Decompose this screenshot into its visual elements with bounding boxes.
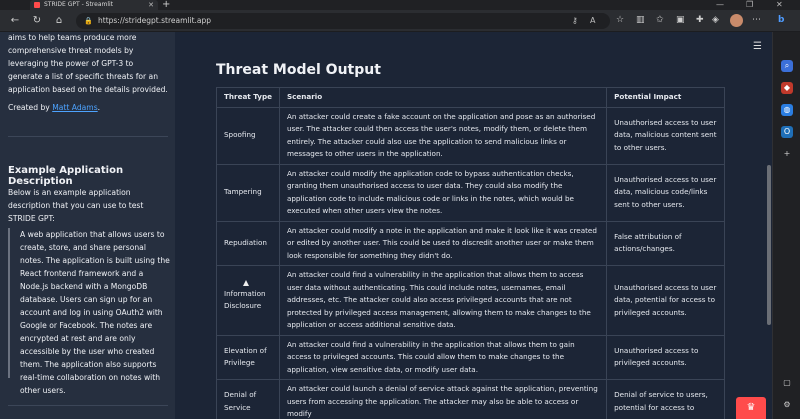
threat-type-cell: Spoofing <box>216 106 280 165</box>
intro-text: aims to help teams produce more comprehe… <box>8 33 168 94</box>
scenario-cell: An attacker could modify a note in the a… <box>278 220 608 266</box>
table-row: Elevation of Privilege An attacker could… <box>216 334 725 380</box>
maximize-button[interactable]: ❐ <box>746 0 753 10</box>
read-aloud-icon[interactable]: A <box>590 16 595 25</box>
browser-tab[interactable]: STRIDE GPT - Streamlit ✕ <box>30 0 158 10</box>
lock-icon: 🔒 <box>84 17 93 25</box>
home-icon[interactable]: ⌂ <box>52 14 66 28</box>
more-menu-icon[interactable]: ⋯ <box>752 15 761 25</box>
favorite-star-icon[interactable]: ☆ <box>616 15 624 25</box>
add-icon[interactable]: + <box>781 148 793 160</box>
impact-cell: Unauthorised access to user data, malici… <box>606 106 725 165</box>
back-arrow-icon[interactable]: ← <box>8 14 22 28</box>
close-tab-icon[interactable]: ✕ <box>148 0 154 10</box>
sidebar-divider-bottom <box>8 405 168 406</box>
browser-toolbar: ← ↻ ⌂ 🔒 https://stridegpt.streamlit.app … <box>0 10 800 32</box>
streamlit-crown-icon[interactable]: ♛ <box>736 397 766 419</box>
threat-model-table: Threat Type Scenario Potential Impact Sp… <box>216 87 725 419</box>
header-scenario: Scenario <box>278 87 608 108</box>
table-row: Denial of Service An attacker could laun… <box>216 379 725 419</box>
header-threat-type: Threat Type <box>216 87 280 108</box>
bing-icon[interactable]: b <box>778 15 784 25</box>
extensions-icon[interactable]: ✚ <box>696 15 704 25</box>
new-tab-button[interactable]: + <box>162 0 170 10</box>
close-window-button[interactable]: ✕ <box>776 0 783 10</box>
threat-type-cell: Repudiation <box>216 220 280 266</box>
mouse-cursor-icon <box>243 280 249 286</box>
table-row: Tampering An attacker could modify the a… <box>216 163 725 222</box>
favorites-icon[interactable]: ✩ <box>656 15 664 25</box>
table-row: Repudiation An attacker could modify a n… <box>216 220 725 266</box>
scenario-cell: An attacker could launch a denial of ser… <box>278 379 608 419</box>
shield-icon[interactable]: ◈ <box>712 15 719 25</box>
threat-type-cell: Denial of Service <box>216 379 280 419</box>
app-sidebar: aims to help teams produce more comprehe… <box>0 32 175 419</box>
example-intro-text: Below is an example application descript… <box>8 188 144 223</box>
threat-type-cell: Information Disclosure <box>216 265 280 336</box>
scenario-cell: An attacker could find a vulnerability i… <box>278 334 608 380</box>
table-row: Information Disclosure An attacker could… <box>216 265 725 336</box>
header-potential-impact: Potential Impact <box>606 87 725 108</box>
page-title: Threat Model Output <box>216 62 381 78</box>
shopping-icon[interactable]: ◆ <box>781 82 793 94</box>
created-by-prefix: Created by <box>8 103 53 112</box>
profile-avatar[interactable] <box>730 14 743 27</box>
address-bar[interactable]: 🔒 https://stridegpt.streamlit.app <box>76 13 610 29</box>
settings-gear-icon[interactable]: ⚙ <box>781 399 793 411</box>
scenario-cell: An attacker could modify the application… <box>278 163 608 222</box>
tab-title: STRIDE GPT - Streamlit <box>44 1 114 8</box>
example-description-text: A web application that allows users to c… <box>20 230 170 395</box>
impact-cell: False attribution of actions/changes. <box>606 220 725 266</box>
address-text: https://stridegpt.streamlit.app <box>98 16 212 25</box>
browser-window: STRIDE GPT - Streamlit ✕ + — ❐ ✕ ← ↻ ⌂ 🔒… <box>0 0 800 419</box>
table-row: Spoofing An attacker could create a fake… <box>216 106 725 165</box>
impact-cell: Unauthorised access to privileged accoun… <box>606 334 725 380</box>
author-link[interactable]: Matt Adams <box>52 103 97 112</box>
split-screen-icon[interactable]: ▥ <box>636 15 645 25</box>
outlook-icon[interactable]: O <box>781 126 793 138</box>
hamburger-menu-icon[interactable]: ☰ <box>753 41 762 52</box>
scenario-cell: An attacker could find a vulnerability i… <box>278 265 608 336</box>
edge-sidebar: ⌕ ◆ ◍ O + ▢ ⚙ <box>772 32 800 419</box>
key-icon[interactable]: ⚷ <box>572 16 578 25</box>
created-by-text: Created by Matt Adams. <box>8 101 168 114</box>
impact-cell: Unauthorised access to user data, malici… <box>606 163 725 222</box>
threat-type-cell: Tampering <box>216 163 280 222</box>
example-heading: Example Application Description <box>8 165 124 187</box>
refresh-icon[interactable]: ↻ <box>30 14 44 28</box>
created-by-suffix: . <box>97 103 101 112</box>
collections-icon[interactable]: ▣ <box>676 15 685 25</box>
tab-bar: STRIDE GPT - Streamlit ✕ + — ❐ ✕ <box>0 0 800 10</box>
threat-type-cell: Elevation of Privilege <box>216 334 280 380</box>
table-header-row: Threat Type Scenario Potential Impact <box>216 87 725 108</box>
search-icon[interactable]: ⌕ <box>781 60 793 72</box>
main-scrollbar[interactable] <box>767 165 771 325</box>
minimize-button[interactable]: — <box>716 0 724 10</box>
scenario-cell: An attacker could create a fake account … <box>278 106 608 165</box>
office-icon[interactable]: ◍ <box>781 104 793 116</box>
impact-cell: Unauthorised access to user data, potent… <box>606 265 725 336</box>
sidebar-divider <box>8 136 168 137</box>
impact-cell: Denial of service to users, potential fo… <box>606 379 725 419</box>
streamlit-favicon-icon <box>34 2 40 8</box>
example-blockquote: A web application that allows users to c… <box>8 228 170 395</box>
sidebar-toggle-icon[interactable]: ▢ <box>781 377 793 389</box>
main-content: ☰ Threat Model Output Threat Type Scenar… <box>175 32 772 419</box>
